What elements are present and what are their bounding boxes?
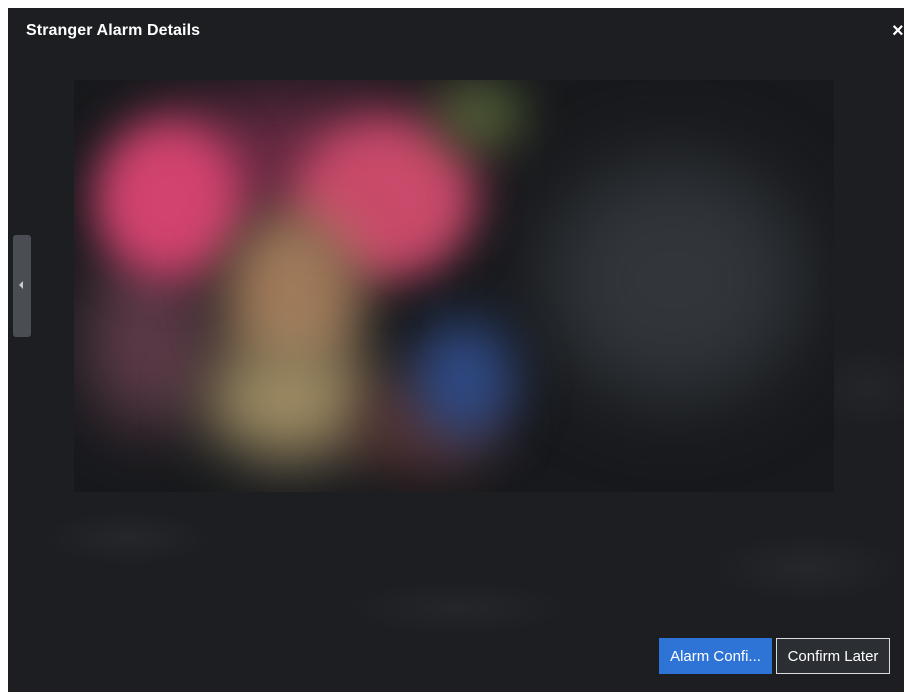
blurred-region [434, 80, 524, 150]
blurred-region [94, 120, 244, 280]
blurred-region [544, 160, 804, 400]
confirm-later-button[interactable]: Confirm Later [776, 638, 890, 674]
caret-left-icon [19, 281, 23, 289]
stranger-alarm-dialog: Stranger Alarm Details × Alarm Confi... … [8, 8, 904, 692]
close-icon[interactable]: × [892, 21, 904, 41]
collapse-side-panel-handle[interactable] [13, 235, 31, 337]
alarm-snapshot-image [74, 80, 834, 492]
blurred-region [414, 320, 514, 440]
blurred-region [204, 340, 374, 460]
dialog-title: Stranger Alarm Details [26, 22, 201, 39]
alarm-confirm-button[interactable]: Alarm Confi... [659, 638, 772, 674]
